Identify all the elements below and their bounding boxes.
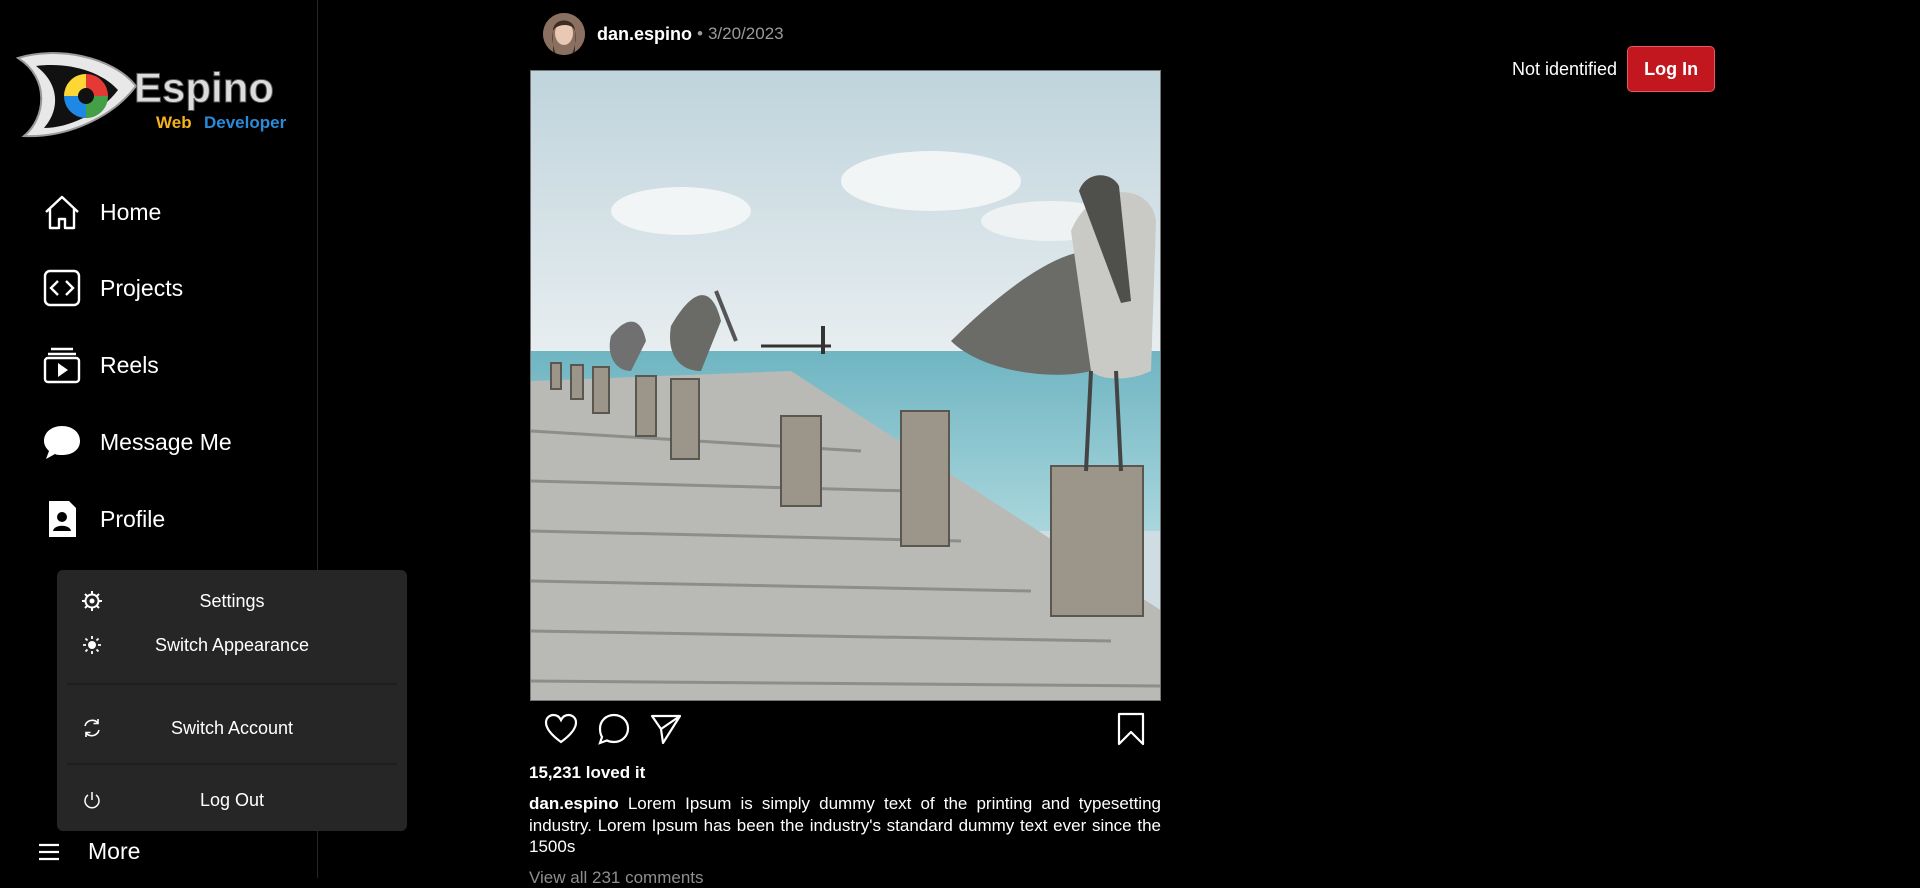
login-button[interactable]: Log In: [1627, 46, 1716, 92]
nav-label-home: Home: [100, 198, 162, 225]
likes-count: 15,231 loved it: [529, 763, 646, 782]
chat-bubble-icon: [44, 426, 80, 459]
heart-icon[interactable]: [544, 712, 578, 746]
nav-item-message[interactable]: Message Me: [42, 422, 232, 462]
post-username[interactable]: dan.espino: [597, 24, 692, 45]
post-header: dan.espino • 3/20/2023: [543, 13, 784, 55]
sun-icon: [83, 636, 101, 654]
auth-status: Not identified: [1512, 58, 1618, 79]
power-icon: [84, 792, 100, 809]
menu-label-switch-account: Switch Account: [170, 717, 294, 738]
menu-label-appearance: Switch Appearance: [154, 634, 310, 655]
nav-label-message: Message Me: [100, 428, 232, 455]
svg-text:Espino: Espino: [134, 64, 274, 111]
avatar[interactable]: [543, 13, 585, 55]
hamburger-icon: [39, 843, 59, 860]
menu-item-switch-account[interactable]: Switch Account: [57, 708, 407, 748]
nav-label-projects: Projects: [100, 274, 184, 301]
comment-icon[interactable]: [597, 712, 631, 746]
post-image[interactable]: [530, 70, 1161, 701]
profile-icon: [49, 501, 76, 537]
post-separator: •: [697, 24, 703, 43]
post-actions: [544, 712, 1148, 746]
view-comments-link[interactable]: View all 231 comments: [529, 868, 704, 888]
code-icon: [43, 269, 81, 307]
nav-label-reels: Reels: [100, 351, 159, 378]
nav-item-projects[interactable]: Projects: [42, 268, 183, 308]
svg-text:Developer: Developer: [204, 113, 287, 132]
more-label: More: [88, 838, 141, 864]
nav-item-profile[interactable]: Profile: [42, 499, 165, 539]
nav-item-reels[interactable]: Reels: [42, 345, 159, 385]
bookmark-icon[interactable]: [1114, 712, 1148, 746]
menu-label-settings: Settings: [199, 590, 265, 611]
nav-label-profile: Profile: [100, 505, 166, 532]
menu-item-logout[interactable]: Log Out: [57, 780, 407, 820]
menu-label-logout: Log Out: [199, 789, 265, 810]
auth-area: Not identified Log In: [1512, 46, 1716, 92]
caption-username[interactable]: dan.espino: [529, 794, 619, 813]
nav-item-home[interactable]: Home: [42, 192, 161, 232]
gear-icon: [82, 591, 102, 611]
menu-divider: [67, 763, 397, 765]
more-button[interactable]: More: [36, 838, 140, 865]
menu-item-settings[interactable]: Settings: [57, 581, 407, 621]
menu-item-appearance[interactable]: Switch Appearance: [57, 625, 407, 665]
reels-icon: [43, 347, 81, 384]
home-icon: [45, 195, 79, 230]
caption-text: Lorem Ipsum is simply dummy text of the …: [529, 794, 1161, 856]
post-caption: dan.espino Lorem Ipsum is simply dummy t…: [529, 793, 1161, 858]
refresh-icon: [84, 719, 100, 737]
brand-logo[interactable]: Espino Web Developer: [15, 48, 290, 144]
share-icon[interactable]: [649, 712, 683, 746]
post-date: 3/20/2023: [707, 24, 784, 43]
more-menu: Settings Switch Appearance Switch Accoun…: [57, 570, 407, 831]
menu-divider: [67, 683, 397, 685]
svg-text:Web: Web: [156, 113, 192, 132]
